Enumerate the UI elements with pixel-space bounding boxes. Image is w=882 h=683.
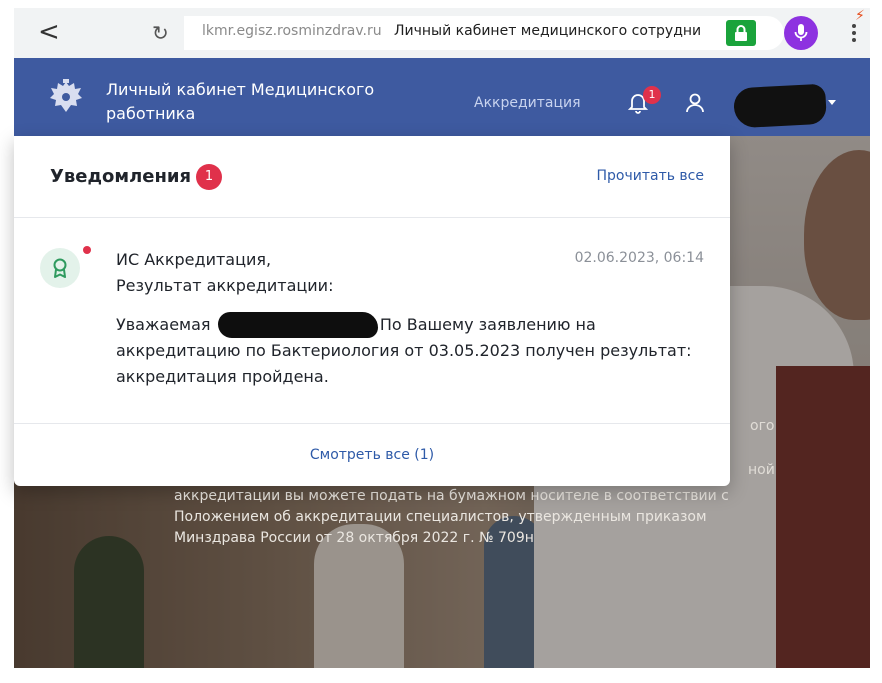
- notification-body: Уважаемая а! По Вашему заявлению на аккре…: [116, 312, 716, 390]
- user-icon[interactable]: [684, 92, 706, 114]
- notification-count-badge: 1: [643, 86, 661, 104]
- chevron-down-icon[interactable]: [828, 100, 836, 105]
- url-domain: lkmr.egisz.rosminzdrav.ru: [202, 23, 382, 39]
- redacted-user-name[interactable]: [733, 83, 827, 129]
- lock-icon[interactable]: [726, 20, 756, 46]
- page-tab-title: Личный кабинет медицинского сотрудни: [394, 23, 702, 39]
- hero-text-fragment: ной: [748, 462, 775, 478]
- site-title[interactable]: Личный кабинет Медицинского работника: [106, 78, 406, 126]
- award-ribbon-icon: [40, 248, 80, 288]
- notifications-count-badge: 1: [196, 164, 222, 190]
- microphone-icon[interactable]: [784, 16, 818, 50]
- screenshot-frame: < ↻ lkmr.egisz.rosminzdrav.ru Личный каб…: [0, 0, 882, 683]
- site-header: Личный кабинет Медицинского работника Ак…: [14, 58, 870, 136]
- notification-source: ИС Аккредитация,: [116, 250, 272, 269]
- reload-button[interactable]: ↻: [152, 20, 169, 46]
- redacted-recipient-name: [218, 312, 378, 338]
- unread-indicator: [83, 246, 91, 254]
- address-bar[interactable]: lkmr.egisz.rosminzdrav.ru Личный кабинет…: [184, 16, 784, 50]
- double-headed-eagle-emblem-icon[interactable]: [48, 78, 84, 116]
- notifications-panel: Уведомления 1 Прочитать все ИС Аккредита…: [14, 136, 730, 486]
- nav-link-accreditation[interactable]: Аккредитация: [474, 95, 581, 111]
- hero-text-fragment: ого: [750, 418, 775, 434]
- view-all-button[interactable]: Смотреть все (1): [14, 424, 730, 486]
- notifications-header: Уведомления 1 Прочитать все: [14, 136, 730, 218]
- hero-text: аккредитации вы можете подать на бумажно…: [174, 488, 729, 546]
- read-all-button[interactable]: Прочитать все: [596, 168, 704, 184]
- back-button[interactable]: <: [38, 16, 60, 48]
- notifications-title: Уведомления: [50, 166, 192, 187]
- update-alert-icon: ⚡: [855, 8, 865, 24]
- notification-item[interactable]: ИС Аккредитация, Результат аккредитации:…: [14, 218, 730, 424]
- notification-subject: Результат аккредитации:: [116, 276, 334, 295]
- notification-date: 02.06.2023, 06:14: [574, 250, 704, 266]
- browser-toolbar: < ↻ lkmr.egisz.rosminzdrav.ru Личный каб…: [14, 8, 870, 58]
- notification-body-prefix: Уважаемая: [116, 315, 211, 334]
